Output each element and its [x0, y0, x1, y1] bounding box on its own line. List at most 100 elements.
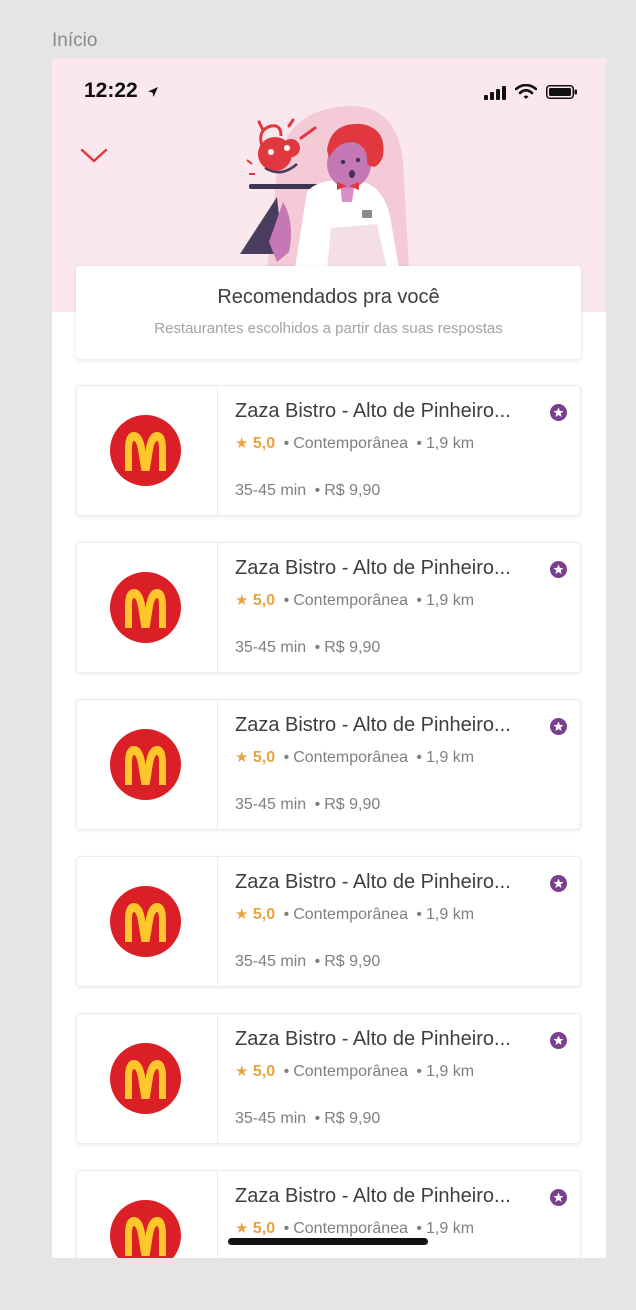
- super-restaurant-badge-icon: [550, 1189, 567, 1206]
- star-icon: ★: [235, 1063, 249, 1080]
- star-icon: ★: [235, 592, 249, 609]
- restaurant-card[interactable]: Zaza Bistro - Alto de Pinheiro... ★ 5,0 …: [76, 856, 581, 987]
- separator-dot: •: [416, 749, 423, 766]
- restaurant-logo-cell: [77, 857, 218, 986]
- star-icon: ★: [235, 749, 249, 766]
- restaurant-name: Zaza Bistro - Alto de Pinheiro...: [235, 1185, 511, 1207]
- restaurant-meta: ★ 5,0 • Contemporânea • 1,9 km: [235, 1062, 474, 1081]
- restaurant-name: Zaza Bistro - Alto de Pinheiro...: [235, 1028, 511, 1050]
- restaurant-rating: 5,0: [252, 749, 276, 766]
- battery-icon: [546, 85, 578, 104]
- restaurant-cuisine: Contemporânea: [293, 435, 408, 452]
- restaurant-card[interactable]: Zaza Bistro - Alto de Pinheiro... ★ 5,0 …: [76, 385, 581, 516]
- separator-dot: •: [416, 592, 423, 609]
- separator-dot: •: [314, 1110, 321, 1127]
- restaurant-rating: 5,0: [252, 906, 276, 923]
- restaurant-name: Zaza Bistro - Alto de Pinheiro...: [235, 400, 511, 422]
- restaurant-delivery: 35-45 min • R$ 9,90: [235, 953, 380, 971]
- separator-dot: •: [314, 482, 321, 499]
- delivery-time: 35-45 min: [235, 1110, 307, 1127]
- restaurant-cuisine: Contemporânea: [293, 906, 408, 923]
- restaurant-logo-cell: [77, 1014, 218, 1143]
- restaurant-logo-cell: [77, 700, 218, 829]
- restaurant-delivery: 35-45 min • R$ 9,90: [235, 482, 380, 500]
- separator-dot: •: [314, 796, 321, 813]
- restaurant-rating: 5,0: [252, 592, 276, 609]
- wifi-icon: [514, 83, 538, 105]
- super-restaurant-badge-icon: [550, 1032, 567, 1049]
- separator-dot: •: [416, 1063, 423, 1080]
- delivery-fee: R$ 9,90: [324, 796, 381, 813]
- restaurant-delivery: 35-45 min • R$ 9,90: [235, 1110, 380, 1128]
- recommendation-card: Recomendados pra você Restaurantes escol…: [76, 266, 581, 359]
- restaurant-meta: ★ 5,0 • Contemporânea • 1,9 km: [235, 1219, 474, 1238]
- separator-dot: •: [416, 906, 423, 923]
- restaurant-meta: ★ 5,0 • Contemporânea • 1,9 km: [235, 905, 474, 924]
- separator-dot: •: [283, 1220, 290, 1237]
- restaurant-logo: [110, 572, 181, 643]
- restaurant-rating: 5,0: [252, 435, 276, 452]
- separator-dot: •: [283, 1063, 290, 1080]
- restaurant-distance: 1,9 km: [426, 592, 475, 609]
- separator-dot: •: [314, 953, 321, 970]
- status-time: 12:22: [84, 79, 138, 102]
- restaurant-cuisine: Contemporânea: [293, 1063, 408, 1080]
- star-icon: ★: [235, 435, 249, 452]
- separator-dot: •: [314, 639, 321, 656]
- restaurant-cuisine: Contemporânea: [293, 749, 408, 766]
- restaurant-name: Zaza Bistro - Alto de Pinheiro...: [235, 714, 511, 736]
- restaurant-meta: ★ 5,0 • Contemporânea • 1,9 km: [235, 434, 474, 453]
- restaurant-rating: 5,0: [252, 1220, 276, 1237]
- super-restaurant-badge-icon: [550, 561, 567, 578]
- delivery-fee: R$ 9,90: [324, 482, 381, 499]
- restaurant-name: Zaza Bistro - Alto de Pinheiro...: [235, 557, 511, 579]
- super-restaurant-badge-icon: [550, 404, 567, 421]
- restaurant-meta: ★ 5,0 • Contemporânea • 1,9 km: [235, 748, 474, 767]
- restaurant-distance: 1,9 km: [426, 1220, 475, 1237]
- location-arrow-icon: [147, 85, 159, 103]
- delivery-fee: R$ 9,90: [324, 1110, 381, 1127]
- restaurant-distance: 1,9 km: [426, 906, 475, 923]
- restaurant-distance: 1,9 km: [426, 749, 475, 766]
- signal-icon: [484, 86, 508, 105]
- restaurant-card[interactable]: Zaza Bistro - Alto de Pinheiro... ★ 5,0 …: [76, 542, 581, 673]
- phone-screen: 12:22 Recomendados pra você Restaurantes…: [52, 58, 606, 1258]
- restaurant-logo: [110, 886, 181, 957]
- frame-label: Início: [52, 30, 98, 51]
- delivery-fee: R$ 9,90: [324, 953, 381, 970]
- super-restaurant-badge-icon: [550, 718, 567, 735]
- restaurant-distance: 1,9 km: [426, 1063, 475, 1080]
- restaurant-name: Zaza Bistro - Alto de Pinheiro...: [235, 871, 511, 893]
- restaurant-logo-cell: [77, 543, 218, 672]
- restaurant-card[interactable]: Zaza Bistro - Alto de Pinheiro... ★ 5,0 …: [76, 699, 581, 830]
- delivery-time: 35-45 min: [235, 796, 307, 813]
- star-icon: ★: [235, 906, 249, 923]
- delivery-time: 35-45 min: [235, 953, 307, 970]
- delivery-time: 35-45 min: [235, 482, 307, 499]
- restaurant-logo-cell: [77, 386, 218, 515]
- restaurant-meta: ★ 5,0 • Contemporânea • 1,9 km: [235, 591, 474, 610]
- restaurant-cuisine: Contemporânea: [293, 592, 408, 609]
- restaurant-rating: 5,0: [252, 1063, 276, 1080]
- separator-dot: •: [283, 592, 290, 609]
- restaurant-logo: [110, 1200, 181, 1258]
- restaurant-logo-cell: [77, 1171, 218, 1258]
- super-restaurant-badge-icon: [550, 875, 567, 892]
- restaurant-logo: [110, 729, 181, 800]
- recommendation-subtitle: Restaurantes escolhidos a partir das sua…: [154, 320, 503, 337]
- restaurant-delivery: 35-45 min • R$ 9,90: [235, 796, 380, 814]
- restaurant-logo: [110, 415, 181, 486]
- chevron-down-icon[interactable]: [76, 144, 112, 170]
- star-icon: ★: [235, 1220, 249, 1237]
- separator-dot: •: [416, 435, 423, 452]
- separator-dot: •: [283, 749, 290, 766]
- delivery-fee: R$ 9,90: [324, 639, 381, 656]
- delivery-time: 35-45 min: [235, 639, 307, 656]
- restaurant-logo: [110, 1043, 181, 1114]
- restaurant-cuisine: Contemporânea: [293, 1220, 408, 1237]
- restaurant-card[interactable]: Zaza Bistro - Alto de Pinheiro... ★ 5,0 …: [76, 1013, 581, 1144]
- restaurant-list: Zaza Bistro - Alto de Pinheiro... ★ 5,0 …: [76, 385, 581, 1258]
- separator-dot: •: [283, 906, 290, 923]
- home-indicator[interactable]: [228, 1238, 428, 1245]
- restaurant-distance: 1,9 km: [426, 435, 475, 452]
